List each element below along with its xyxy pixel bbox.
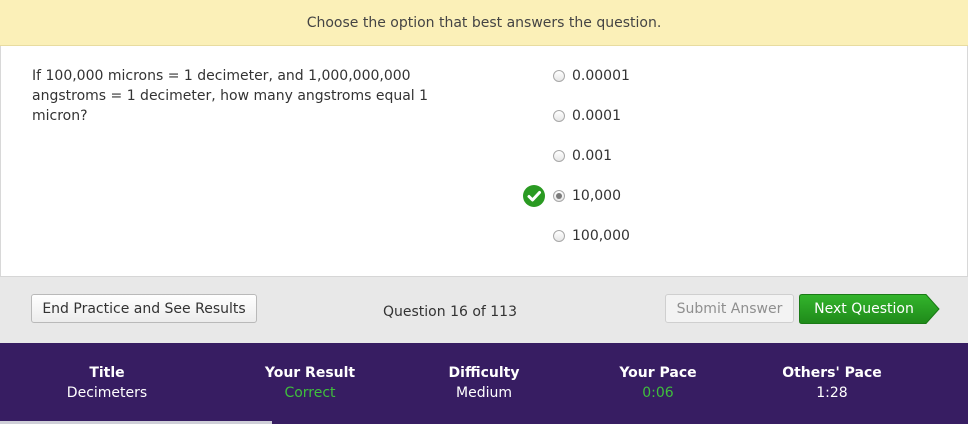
stat-value: Correct xyxy=(284,385,336,401)
choice-label: 10,000 xyxy=(572,188,621,204)
choice-label: 0.0001 xyxy=(572,108,621,124)
radio-button-selected[interactable] xyxy=(553,190,565,202)
radio-button[interactable] xyxy=(553,230,565,242)
stat-value: Medium xyxy=(456,385,512,401)
stat-value: 0:06 xyxy=(642,385,674,401)
stats-bar: Title Decimeters Your Result Correct Dif… xyxy=(0,343,968,424)
choice-option-3[interactable]: 0.001 xyxy=(553,146,630,166)
stat-difficulty: Difficulty Medium xyxy=(394,363,574,403)
next-question-button[interactable]: Next Question xyxy=(799,294,940,324)
stat-value: 1:28 xyxy=(816,385,848,401)
stat-your-pace: Your Pace 0:06 xyxy=(568,363,748,403)
radio-button[interactable] xyxy=(553,150,565,162)
radio-button[interactable] xyxy=(553,70,565,82)
answer-choices: 0.00001 0.0001 0.001 10,000 100,000 xyxy=(553,66,630,266)
instruction-bar: Choose the option that best answers the … xyxy=(0,0,968,46)
stat-title: Title Decimeters xyxy=(17,363,197,403)
choice-label: 0.00001 xyxy=(572,68,630,84)
check-icon xyxy=(523,185,545,207)
choice-option-5[interactable]: 100,000 xyxy=(553,226,630,246)
choice-label: 100,000 xyxy=(572,228,630,244)
stat-your-result: Your Result Correct xyxy=(220,363,400,403)
question-text: If 100,000 microns = 1 decimeter, and 1,… xyxy=(32,68,429,124)
stat-label: Title xyxy=(89,365,125,381)
stat-label: Your Result xyxy=(264,365,356,381)
choice-option-2[interactable]: 0.0001 xyxy=(553,106,630,126)
next-question-label: Next Question xyxy=(814,301,914,317)
stat-others-pace: Others' Pace 1:28 xyxy=(742,363,922,403)
question-counter: Question 16 of 113 xyxy=(383,304,517,320)
choice-label: 0.001 xyxy=(572,148,613,164)
end-practice-button[interactable]: End Practice and See Results xyxy=(31,294,257,323)
question-area: If 100,000 microns = 1 decimeter, and 1,… xyxy=(0,46,968,276)
stat-label: Others' Pace xyxy=(782,365,882,381)
action-bar: End Practice and See Results Question 16… xyxy=(0,276,968,343)
submit-answer-button[interactable]: Submit Answer xyxy=(665,294,794,323)
stat-label: Difficulty xyxy=(448,365,520,381)
radio-button[interactable] xyxy=(553,110,565,122)
instruction-text: Choose the option that best answers the … xyxy=(306,14,662,31)
stat-value: Decimeters xyxy=(66,385,148,401)
choice-option-1[interactable]: 0.00001 xyxy=(553,66,630,86)
stat-label: Your Pace xyxy=(619,365,697,381)
choice-option-4[interactable]: 10,000 xyxy=(553,186,630,206)
